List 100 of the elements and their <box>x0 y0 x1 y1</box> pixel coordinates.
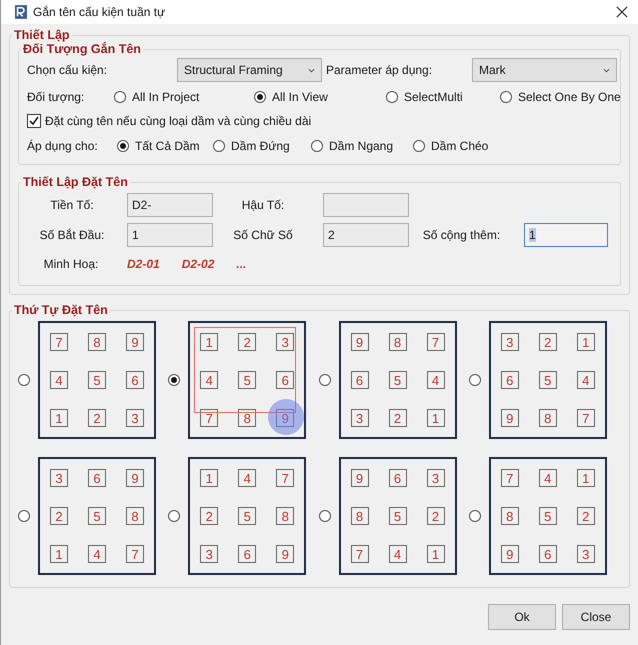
number-cell: 4 <box>426 371 444 389</box>
radio-button[interactable] <box>318 374 330 386</box>
same-name-checkbox[interactable]: Đặt cùng tên nếu cùng loại dầm và cùng chiều dài <box>27 109 612 133</box>
number-cell: 8 <box>238 409 256 427</box>
number-cell: 8 <box>538 409 557 427</box>
number-cell: 7 <box>126 545 144 563</box>
radio-option[interactable]: Dầm Ngang <box>311 138 413 152</box>
text-field[interactable] <box>323 193 409 217</box>
dialog-button[interactable]: Ok <box>488 604 556 630</box>
group-title: Đối Tượng Gắn Tên <box>22 42 142 56</box>
number-cell: 5 <box>388 371 406 389</box>
number-cell: 1 <box>576 469 595 487</box>
number-cell: 4 <box>388 545 406 563</box>
number-cell: 1 <box>576 333 595 351</box>
order-pattern-panel[interactable]: 1 2 3 4 5 6 7 8 9 <box>188 321 306 439</box>
number-cell: 1 <box>200 469 218 487</box>
parameter-dropdown[interactable]: Mark <box>472 58 617 82</box>
number-cell: 7 <box>276 469 294 487</box>
number-cell: 9 <box>350 333 368 351</box>
number-cell: 1 <box>50 409 68 427</box>
field-label: Số Bắt Đầu: <box>38 228 106 242</box>
number-cell: 6 <box>126 371 144 389</box>
number-cell: 9 <box>126 333 144 351</box>
number-cell: 2 <box>50 507 68 525</box>
number-cell: 5 <box>538 507 557 525</box>
close-icon[interactable] <box>616 6 628 18</box>
number-cell: 5 <box>238 371 256 389</box>
text-field[interactable]: D2- <box>127 193 213 217</box>
caret-icon <box>308 68 315 72</box>
number-cell: 7 <box>426 333 444 351</box>
number-cell: 4 <box>576 371 595 389</box>
group-title: Thiết Lập Đặt Tên <box>22 175 129 189</box>
cursor-highlight-icon <box>268 399 304 435</box>
number-cell: 5 <box>388 507 406 525</box>
radio-button[interactable] <box>468 510 481 522</box>
number-cell: 4 <box>538 469 557 487</box>
number-cell: 9 <box>126 469 144 487</box>
radio-option[interactable]: SelectMulti <box>386 90 500 104</box>
number-cell: 6 <box>350 371 368 389</box>
order-pattern-panel[interactable]: 3 6 9 2 5 8 1 4 7 <box>38 457 156 575</box>
radio-button[interactable] <box>18 374 30 386</box>
order-pattern-panel[interactable]: 9 6 3 8 5 2 7 4 1 <box>338 457 456 575</box>
number-cell: 3 <box>276 333 294 351</box>
number-cell: 2 <box>88 409 106 427</box>
order-pattern-panel[interactable]: 1 4 7 2 5 8 3 6 9 <box>188 457 306 575</box>
order-pattern-panel[interactable]: 3 2 1 6 5 4 9 8 7 <box>488 321 607 439</box>
text-field[interactable]: 1 <box>127 223 213 247</box>
number-cell: 1 <box>426 409 444 427</box>
field-label: Tiền Tố: <box>49 198 95 212</box>
radio-button[interactable] <box>168 374 180 386</box>
text-field[interactable]: 2 <box>323 223 409 247</box>
radio-button[interactable] <box>18 510 30 522</box>
number-cell: 3 <box>426 469 444 487</box>
dialog-button[interactable]: Close <box>562 604 630 630</box>
number-cell: 5 <box>238 507 256 525</box>
number-cell: 7 <box>500 469 519 487</box>
radio-option[interactable]: Select One By One <box>500 90 625 104</box>
number-cell: 2 <box>426 507 444 525</box>
preview-text: D2-01 <box>127 257 160 271</box>
preview-text: D2-02 <box>182 257 214 271</box>
number-cell: 8 <box>126 507 144 525</box>
number-cell: 3 <box>200 545 218 563</box>
window-title: Gắn tên cấu kiện tuần tự <box>33 5 166 19</box>
order-pattern-panel[interactable]: 9 8 7 6 5 4 3 2 1 <box>338 321 456 439</box>
field-label: Chọn cấu kiện: <box>27 63 108 77</box>
field-label: Hậu Tố: <box>240 198 286 212</box>
radio-option[interactable]: All In Project <box>114 90 254 104</box>
check-icon <box>28 115 40 127</box>
radio-button[interactable] <box>468 374 481 386</box>
text-field[interactable]: 1 <box>524 223 608 247</box>
number-cell: 8 <box>388 333 406 351</box>
radio-button[interactable] <box>318 510 330 522</box>
number-cell: 6 <box>388 469 406 487</box>
order-pattern-panel[interactable]: 7 4 1 8 5 2 9 6 3 <box>488 457 607 575</box>
radio-option[interactable]: Dầm Đứng <box>213 138 311 152</box>
number-cell: 3 <box>126 409 144 427</box>
order-pattern-panel[interactable]: 7 8 9 4 5 6 1 2 3 <box>38 321 156 439</box>
number-cell: 2 <box>200 507 218 525</box>
number-cell: 9 <box>500 545 519 563</box>
number-cell: 7 <box>50 333 68 351</box>
number-cell: 4 <box>50 371 68 389</box>
group-title: Thứ Tự Đặt Tên <box>13 303 109 317</box>
number-cell: 3 <box>500 333 519 351</box>
number-cell: 1 <box>200 333 218 351</box>
number-cell: 3 <box>350 409 368 427</box>
radio-option[interactable]: Dầm Chéo <box>413 138 513 152</box>
number-cell: 1 <box>426 545 444 563</box>
number-cell: 5 <box>538 371 557 389</box>
radio-option[interactable]: All In View <box>254 90 386 104</box>
number-cell: 7 <box>200 409 218 427</box>
radio-option[interactable]: Tất Cả Dầm <box>117 138 213 152</box>
number-cell: 9 <box>500 409 519 427</box>
component-dropdown[interactable]: Structural Framing <box>177 58 322 82</box>
number-cell: 3 <box>576 545 595 563</box>
number-cell: 4 <box>238 469 256 487</box>
number-cell: 2 <box>388 409 406 427</box>
radio-button[interactable] <box>168 510 180 522</box>
number-cell: 5 <box>88 371 106 389</box>
number-cell: 8 <box>88 333 106 351</box>
group-title: Thiết Lập <box>13 28 71 42</box>
